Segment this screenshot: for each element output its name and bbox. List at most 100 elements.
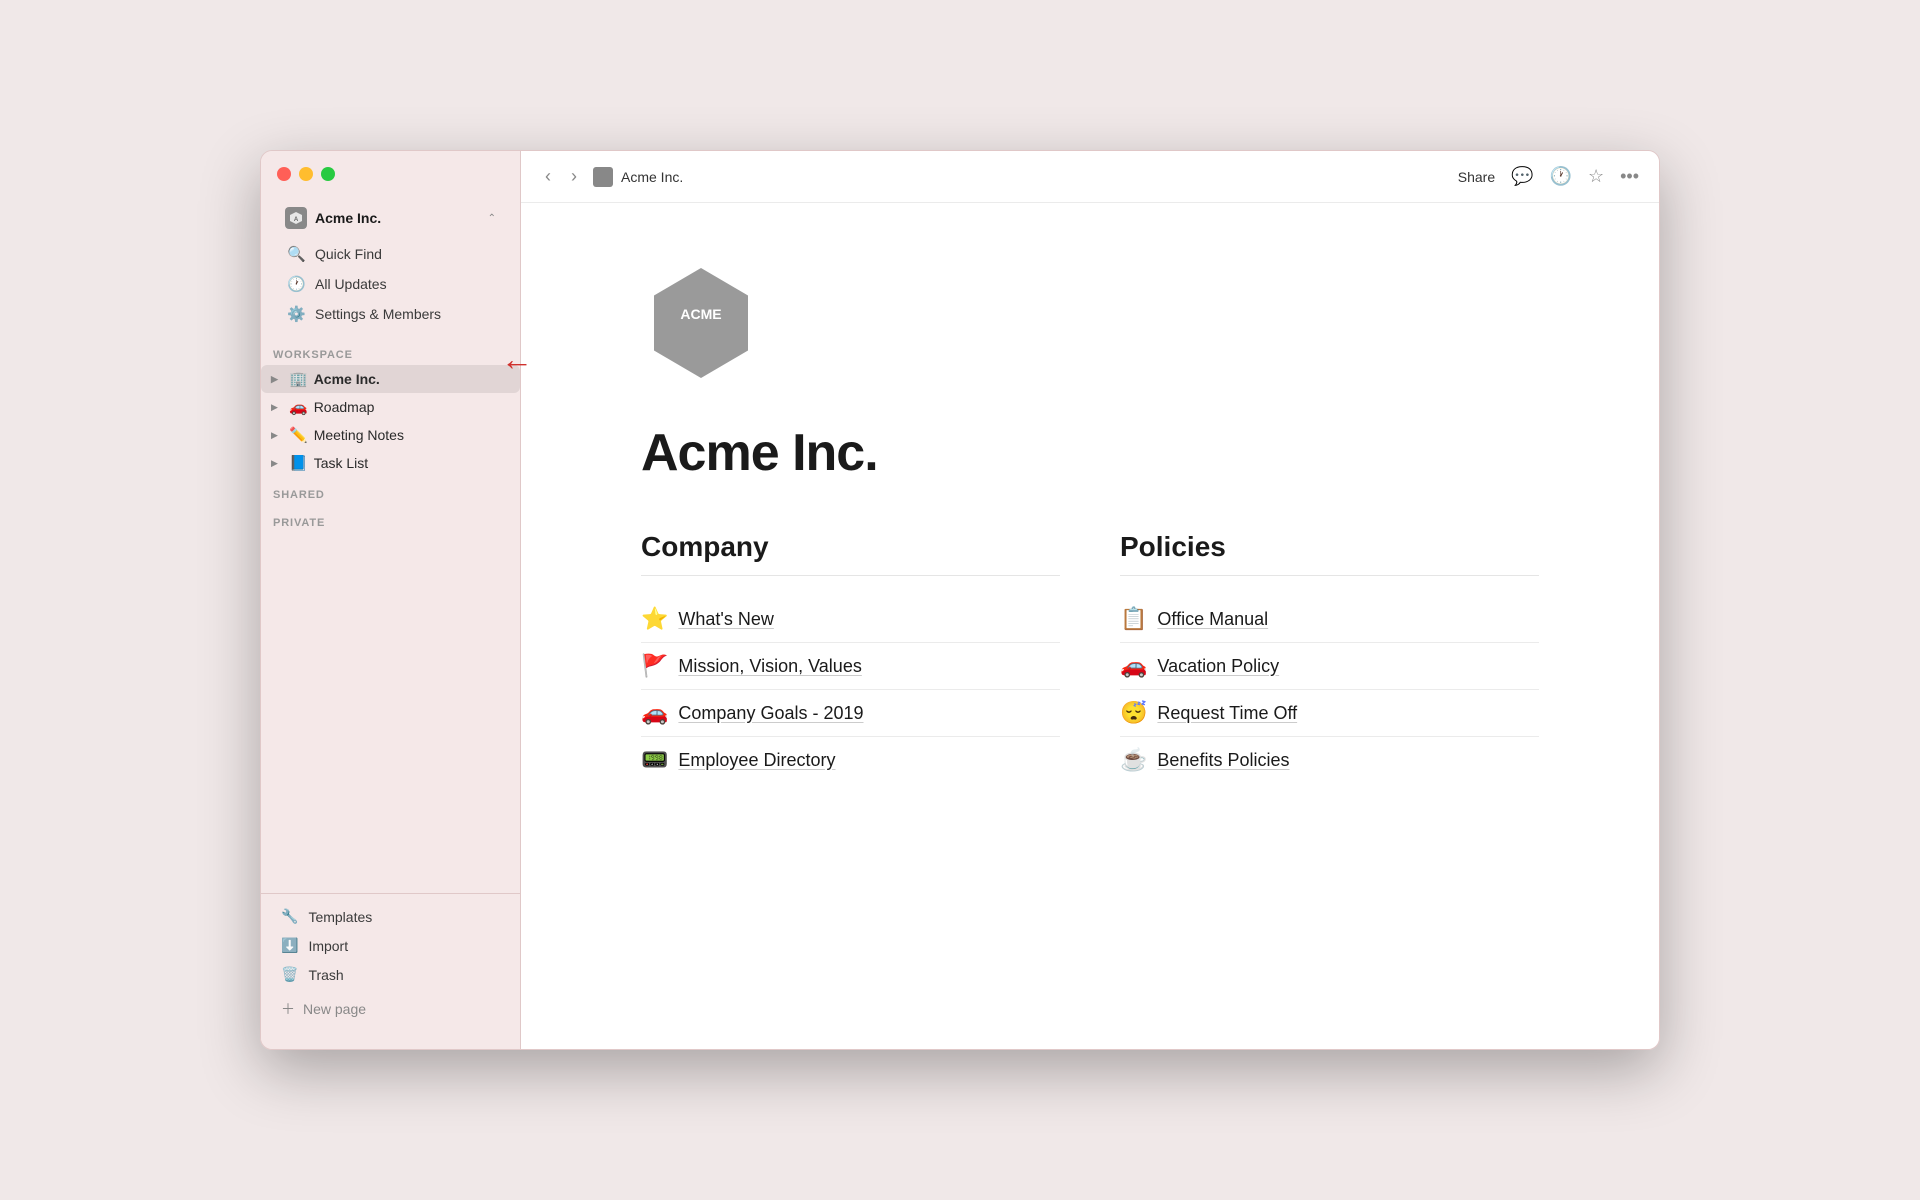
office-manual-link[interactable]: 📋 Office Manual <box>1120 596 1539 643</box>
task-emoji: 📘 <box>289 454 308 472</box>
templates-icon: 🔧 <box>281 908 298 925</box>
maximize-button[interactable] <box>321 167 335 181</box>
close-button[interactable] <box>277 167 291 181</box>
chevron-icon: ⌃ <box>488 213 496 224</box>
share-button[interactable]: Share <box>1458 169 1495 185</box>
forward-button[interactable]: › <box>567 164 581 189</box>
clipboard-emoji: 📋 <box>1120 606 1147 632</box>
meeting-emoji: ✏️ <box>289 426 308 444</box>
favorite-button[interactable]: ☆ <box>1588 166 1604 187</box>
arrow-icon: ▶ <box>271 402 283 413</box>
task-list-label: Task List <box>314 455 368 471</box>
sidebar: A Acme Inc. ⌃ 🔍 Quick Find 🕐 All Updates… <box>261 151 521 1049</box>
acme-emoji: 🏢 <box>289 370 308 388</box>
car2-emoji: 🚗 <box>1120 653 1147 679</box>
shared-section-label: SHARED <box>261 477 520 505</box>
whats-new-text: What's New <box>678 609 773 630</box>
employee-directory-text: Employee Directory <box>678 750 835 771</box>
whats-new-link[interactable]: ⭐ What's New <box>641 596 1060 643</box>
workspace-header[interactable]: A Acme Inc. ⌃ <box>277 201 504 235</box>
page-title-bar-text: Acme Inc. <box>621 169 683 185</box>
vacation-policy-link[interactable]: 🚗 Vacation Policy <box>1120 643 1539 690</box>
arrow-overlay: ← <box>501 341 533 378</box>
policies-column: Policies 📋 Office Manual 🚗 Vacation Poli… <box>1120 531 1539 783</box>
titlebar: ‹ › Acme Inc. Share 💬 🕐 ☆ ••• <box>521 151 1659 203</box>
import-icon: ⬇️ <box>281 937 298 954</box>
quick-find-item[interactable]: 🔍 Quick Find <box>277 239 504 269</box>
phone-emoji: 📟 <box>641 747 668 773</box>
plus-icon: ＋ <box>281 999 295 1019</box>
templates-label: Templates <box>308 909 372 925</box>
company-title: Company <box>641 531 1060 576</box>
benefits-text: Benefits Policies <box>1157 750 1289 771</box>
new-page-label: New page <box>303 1001 366 1017</box>
flag-emoji: 🚩 <box>641 653 668 679</box>
goals-text: Company Goals - 2019 <box>678 703 863 724</box>
page-body: ACME Acme Inc. Company ⭐ What's New 🚩 Mi… <box>521 203 1659 1049</box>
red-arrow-icon: ← <box>501 341 533 378</box>
comment-button[interactable]: 💬 <box>1511 166 1533 187</box>
svg-text:ACME: ACME <box>680 306 721 322</box>
acme-logo: ACME <box>641 263 761 383</box>
time-off-text: Request Time Off <box>1157 703 1297 724</box>
trash-label: Trash <box>308 967 343 983</box>
new-page-item[interactable]: ＋ New page <box>273 993 508 1025</box>
clock-icon: 🕐 <box>287 275 305 293</box>
sidebar-bottom: 🔧 Templates ⬇️ Import 🗑️ Trash ＋ New pag… <box>261 893 520 1033</box>
sidebar-top: A Acme Inc. ⌃ 🔍 Quick Find 🕐 All Updates… <box>261 151 520 337</box>
svg-text:A: A <box>294 217 299 223</box>
trash-icon: 🗑️ <box>281 966 298 983</box>
tree-item-roadmap[interactable]: ▶ 🚗 Roadmap <box>261 393 520 421</box>
arrow-icon: ▶ <box>271 374 283 385</box>
vacation-policy-text: Vacation Policy <box>1157 656 1279 677</box>
tree-item-task-list[interactable]: ▶ 📘 Task List <box>261 449 520 477</box>
mission-text: Mission, Vision, Values <box>678 656 861 677</box>
workspace-icon: A <box>285 207 307 229</box>
acme-label: Acme Inc. <box>314 371 380 387</box>
two-column-layout: Company ⭐ What's New 🚩 Mission, Vision, … <box>641 531 1539 783</box>
tree-item-meeting-notes[interactable]: ▶ ✏️ Meeting Notes <box>261 421 520 449</box>
traffic-lights <box>277 167 504 181</box>
more-button[interactable]: ••• <box>1620 166 1639 187</box>
sleepy-emoji: 😴 <box>1120 700 1147 726</box>
mission-link[interactable]: 🚩 Mission, Vision, Values <box>641 643 1060 690</box>
breadcrumb: Acme Inc. <box>593 167 1446 187</box>
quick-find-label: Quick Find <box>315 246 382 262</box>
private-section-label: PRIVATE <box>261 505 520 533</box>
time-off-link[interactable]: 😴 Request Time Off <box>1120 690 1539 737</box>
templates-item[interactable]: 🔧 Templates <box>273 902 508 931</box>
company-column: Company ⭐ What's New 🚩 Mission, Vision, … <box>641 531 1060 783</box>
import-item[interactable]: ⬇️ Import <box>273 931 508 960</box>
roadmap-emoji: 🚗 <box>289 398 308 416</box>
workspace-section-label: WORKSPACE <box>261 337 520 365</box>
minimize-button[interactable] <box>299 167 313 181</box>
logo-container: ACME <box>641 263 1539 383</box>
trash-item[interactable]: 🗑️ Trash <box>273 960 508 989</box>
star-emoji: ⭐ <box>641 606 668 632</box>
car-emoji: 🚗 <box>641 700 668 726</box>
goals-link[interactable]: 🚗 Company Goals - 2019 <box>641 690 1060 737</box>
workspace-name: Acme Inc. <box>315 210 480 226</box>
all-updates-label: All Updates <box>315 276 387 292</box>
arrow-icon: ▶ <box>271 458 283 469</box>
tree-item-acme[interactable]: ▶ 🏢 Acme Inc. <box>261 365 520 393</box>
benefits-link[interactable]: ☕ Benefits Policies <box>1120 737 1539 783</box>
policies-title: Policies <box>1120 531 1539 576</box>
app-window: A Acme Inc. ⌃ 🔍 Quick Find 🕐 All Updates… <box>260 150 1660 1050</box>
settings-item[interactable]: ⚙️ Settings & Members <box>277 299 504 329</box>
main-content: ‹ › Acme Inc. Share 💬 🕐 ☆ ••• ACME <box>521 151 1659 1049</box>
office-manual-text: Office Manual <box>1157 609 1268 630</box>
gear-icon: ⚙️ <box>287 305 305 323</box>
roadmap-label: Roadmap <box>314 399 375 415</box>
history-button[interactable]: 🕐 <box>1550 166 1572 187</box>
employee-directory-link[interactable]: 📟 Employee Directory <box>641 737 1060 783</box>
titlebar-right: Share 💬 🕐 ☆ ••• <box>1458 166 1639 187</box>
arrow-icon: ▶ <box>271 430 283 441</box>
page-icon <box>593 167 613 187</box>
coffee-emoji: ☕ <box>1120 747 1147 773</box>
all-updates-item[interactable]: 🕐 All Updates <box>277 269 504 299</box>
import-label: Import <box>308 938 348 954</box>
back-button[interactable]: ‹ <box>541 164 555 189</box>
meeting-notes-label: Meeting Notes <box>314 427 404 443</box>
search-icon: 🔍 <box>287 245 305 263</box>
